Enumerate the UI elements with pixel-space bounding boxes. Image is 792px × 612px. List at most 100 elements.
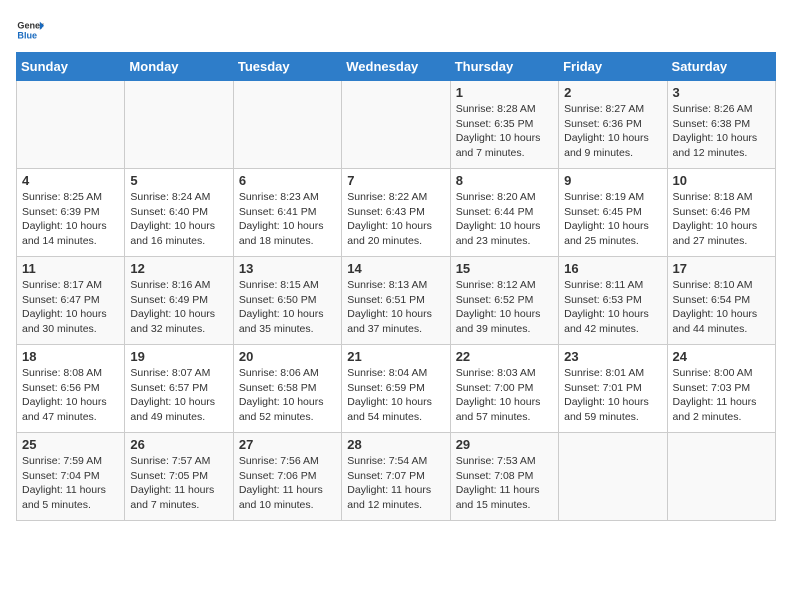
day-number: 29	[456, 437, 553, 452]
day-info: Sunrise: 8:17 AM Sunset: 6:47 PM Dayligh…	[22, 278, 119, 337]
day-number: 13	[239, 261, 336, 276]
day-info: Sunrise: 8:07 AM Sunset: 6:57 PM Dayligh…	[130, 366, 227, 425]
day-cell: 8 Sunrise: 8:20 AM Sunset: 6:44 PM Daylig…	[450, 169, 558, 257]
day-number: 1	[456, 85, 553, 100]
day-info: Sunrise: 8:06 AM Sunset: 6:58 PM Dayligh…	[239, 366, 336, 425]
day-number: 20	[239, 349, 336, 364]
day-info: Sunrise: 8:01 AM Sunset: 7:01 PM Dayligh…	[564, 366, 661, 425]
logo-icon: General Blue	[16, 16, 44, 44]
col-header-saturday: Saturday	[667, 53, 775, 81]
day-number: 11	[22, 261, 119, 276]
col-header-sunday: Sunday	[17, 53, 125, 81]
logo: General Blue	[16, 16, 44, 44]
day-number: 19	[130, 349, 227, 364]
day-cell: 13 Sunrise: 8:15 AM Sunset: 6:50 PM Dayli…	[233, 257, 341, 345]
day-cell: 14Sunrise: 8:13 AM Sunset: 6:51 PM Dayli…	[342, 257, 450, 345]
week-row-5: 25 Sunrise: 7:59 AM Sunset: 7:04 PM Dayli…	[17, 433, 776, 521]
day-cell	[233, 81, 341, 169]
day-cell	[559, 433, 667, 521]
day-info: Sunrise: 8:12 AM Sunset: 6:52 PM Dayligh…	[456, 278, 553, 337]
day-cell: 3Sunrise: 8:26 AM Sunset: 6:38 PM Daylig…	[667, 81, 775, 169]
day-cell: 2 Sunrise: 8:27 AM Sunset: 6:36 PM Daylig…	[559, 81, 667, 169]
day-number: 4	[22, 173, 119, 188]
day-cell: 21 Sunrise: 8:04 AM Sunset: 6:59 PM Dayli…	[342, 345, 450, 433]
day-cell: 12 Sunrise: 8:16 AM Sunset: 6:49 PM Dayli…	[125, 257, 233, 345]
day-info: Sunrise: 7:59 AM Sunset: 7:04 PM Dayligh…	[22, 454, 119, 513]
day-info: Sunrise: 8:15 AM Sunset: 6:50 PM Dayligh…	[239, 278, 336, 337]
day-cell: 11 Sunrise: 8:17 AM Sunset: 6:47 PM Dayli…	[17, 257, 125, 345]
day-info: Sunrise: 8:28 AM Sunset: 6:35 PM Dayligh…	[456, 102, 553, 161]
day-number: 17	[673, 261, 770, 276]
day-cell	[17, 81, 125, 169]
day-info: Sunrise: 8:18 AM Sunset: 6:46 PM Dayligh…	[673, 190, 770, 249]
day-number: 6	[239, 173, 336, 188]
day-cell: 20 Sunrise: 8:06 AM Sunset: 6:58 PM Dayli…	[233, 345, 341, 433]
day-number: 24	[673, 349, 770, 364]
day-number: 16	[564, 261, 661, 276]
day-info: Sunrise: 7:57 AM Sunset: 7:05 PM Dayligh…	[130, 454, 227, 513]
day-number: 2	[564, 85, 661, 100]
day-number: 27	[239, 437, 336, 452]
day-cell: 27 Sunrise: 7:56 AM Sunset: 7:06 PM Dayli…	[233, 433, 341, 521]
week-row-1: 1 Sunrise: 8:28 AM Sunset: 6:35 PM Daylig…	[17, 81, 776, 169]
day-number: 28	[347, 437, 444, 452]
day-number: 22	[456, 349, 553, 364]
day-cell: 23 Sunrise: 8:01 AM Sunset: 7:01 PM Dayli…	[559, 345, 667, 433]
day-number: 23	[564, 349, 661, 364]
day-info: Sunrise: 8:19 AM Sunset: 6:45 PM Dayligh…	[564, 190, 661, 249]
day-number: 14	[347, 261, 444, 276]
day-cell: 17 Sunrise: 8:10 AM Sunset: 6:54 PM Dayli…	[667, 257, 775, 345]
day-cell: 18Sunrise: 8:08 AM Sunset: 6:56 PM Dayli…	[17, 345, 125, 433]
day-number: 7	[347, 173, 444, 188]
col-header-monday: Monday	[125, 53, 233, 81]
day-number: 21	[347, 349, 444, 364]
day-cell: 6Sunrise: 8:23 AM Sunset: 6:41 PM Daylig…	[233, 169, 341, 257]
day-info: Sunrise: 8:00 AM Sunset: 7:03 PM Dayligh…	[673, 366, 770, 425]
day-cell: 10 Sunrise: 8:18 AM Sunset: 6:46 PM Dayli…	[667, 169, 775, 257]
day-info: Sunrise: 8:22 AM Sunset: 6:43 PM Dayligh…	[347, 190, 444, 249]
header-row: SundayMondayTuesdayWednesdayThursdayFrid…	[17, 53, 776, 81]
day-number: 15	[456, 261, 553, 276]
day-number: 26	[130, 437, 227, 452]
day-number: 18	[22, 349, 119, 364]
day-cell: 26 Sunrise: 7:57 AM Sunset: 7:05 PM Dayli…	[125, 433, 233, 521]
day-cell	[342, 81, 450, 169]
week-row-3: 11 Sunrise: 8:17 AM Sunset: 6:47 PM Dayli…	[17, 257, 776, 345]
day-cell	[125, 81, 233, 169]
day-cell: 19 Sunrise: 8:07 AM Sunset: 6:57 PM Dayli…	[125, 345, 233, 433]
day-cell: 5 Sunrise: 8:24 AM Sunset: 6:40 PM Daylig…	[125, 169, 233, 257]
day-number: 8	[456, 173, 553, 188]
day-info: Sunrise: 8:16 AM Sunset: 6:49 PM Dayligh…	[130, 278, 227, 337]
day-number: 3	[673, 85, 770, 100]
col-header-tuesday: Tuesday	[233, 53, 341, 81]
day-cell: 7 Sunrise: 8:22 AM Sunset: 6:43 PM Daylig…	[342, 169, 450, 257]
week-row-4: 18Sunrise: 8:08 AM Sunset: 6:56 PM Dayli…	[17, 345, 776, 433]
day-cell: 22Sunrise: 8:03 AM Sunset: 7:00 PM Dayli…	[450, 345, 558, 433]
day-cell: 24 Sunrise: 8:00 AM Sunset: 7:03 PM Dayli…	[667, 345, 775, 433]
day-info: Sunrise: 8:04 AM Sunset: 6:59 PM Dayligh…	[347, 366, 444, 425]
day-cell: 15 Sunrise: 8:12 AM Sunset: 6:52 PM Dayli…	[450, 257, 558, 345]
day-cell: 25 Sunrise: 7:59 AM Sunset: 7:04 PM Dayli…	[17, 433, 125, 521]
day-number: 9	[564, 173, 661, 188]
day-cell: 29Sunrise: 7:53 AM Sunset: 7:08 PM Dayli…	[450, 433, 558, 521]
week-row-2: 4 Sunrise: 8:25 AM Sunset: 6:39 PM Daylig…	[17, 169, 776, 257]
day-cell: 16 Sunrise: 8:11 AM Sunset: 6:53 PM Dayli…	[559, 257, 667, 345]
day-info: Sunrise: 7:54 AM Sunset: 7:07 PM Dayligh…	[347, 454, 444, 513]
day-info: Sunrise: 8:11 AM Sunset: 6:53 PM Dayligh…	[564, 278, 661, 337]
day-number: 5	[130, 173, 227, 188]
day-info: Sunrise: 8:10 AM Sunset: 6:54 PM Dayligh…	[673, 278, 770, 337]
col-header-wednesday: Wednesday	[342, 53, 450, 81]
day-info: Sunrise: 7:56 AM Sunset: 7:06 PM Dayligh…	[239, 454, 336, 513]
day-cell	[667, 433, 775, 521]
day-info: Sunrise: 8:20 AM Sunset: 6:44 PM Dayligh…	[456, 190, 553, 249]
svg-text:Blue: Blue	[17, 30, 37, 40]
day-info: Sunrise: 8:25 AM Sunset: 6:39 PM Dayligh…	[22, 190, 119, 249]
day-info: Sunrise: 8:27 AM Sunset: 6:36 PM Dayligh…	[564, 102, 661, 161]
day-number: 25	[22, 437, 119, 452]
col-header-friday: Friday	[559, 53, 667, 81]
col-header-thursday: Thursday	[450, 53, 558, 81]
day-cell: 1 Sunrise: 8:28 AM Sunset: 6:35 PM Daylig…	[450, 81, 558, 169]
day-info: Sunrise: 8:24 AM Sunset: 6:40 PM Dayligh…	[130, 190, 227, 249]
day-number: 10	[673, 173, 770, 188]
day-number: 12	[130, 261, 227, 276]
